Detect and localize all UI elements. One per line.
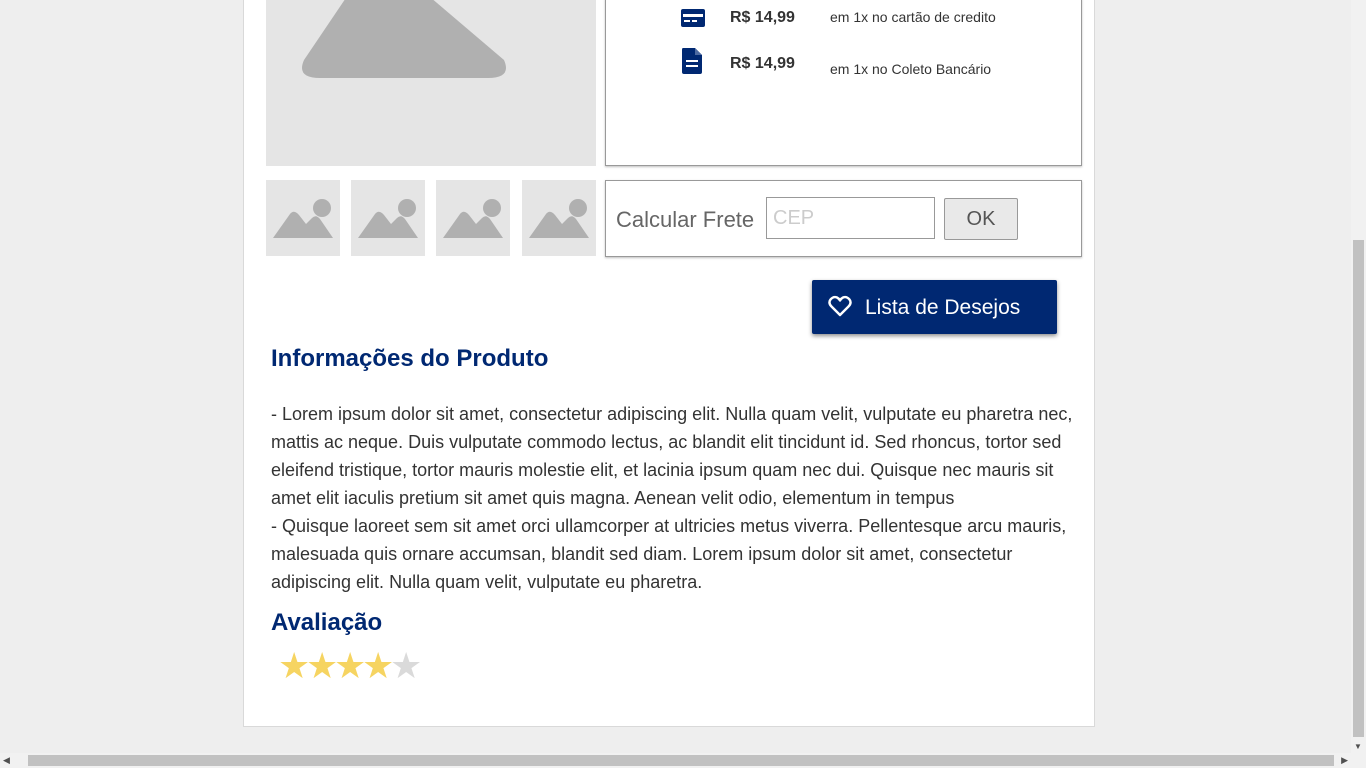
star-icon[interactable]: ★ (362, 648, 394, 684)
image-placeholder-icon (302, 0, 506, 78)
image-placeholder-icon (273, 199, 333, 238)
product-description: - Lorem ipsum dolor sit amet, consectetu… (271, 400, 1086, 596)
image-placeholder-icon (443, 199, 503, 238)
price-box: R$ 14,99 em 1x no cartão de credito R$ 1… (605, 0, 1082, 166)
main-product-image[interactable] (266, 0, 596, 166)
description-paragraph: - Lorem ipsum dolor sit amet, consectetu… (271, 404, 1073, 508)
payment-description: em 1x no Coleto Bancário (830, 61, 992, 77)
star-icon[interactable]: ★ (334, 648, 366, 684)
horizontal-scrollbar[interactable]: ◀ ▶ (0, 753, 1366, 768)
product-info-title: Informações do Produto (271, 345, 549, 372)
scroll-right-arrow-icon[interactable]: ▶ (1341, 755, 1348, 766)
payment-description: em 1x no cartão de credito (830, 9, 996, 25)
thumbnail-4[interactable] (522, 180, 596, 256)
shipping-label: Calcular Frete (616, 207, 755, 232)
wishlist-label: Lista de Desejos (865, 296, 1021, 319)
thumbnail-1[interactable] (266, 180, 340, 256)
payment-option-card: R$ 14,99 em 1x no cartão de credito (606, 7, 1081, 47)
horizontal-scroll-thumb[interactable] (28, 755, 1334, 766)
shipping-calculator: Calcular Frete OK (605, 180, 1082, 257)
thumbnail-3[interactable] (436, 180, 510, 256)
image-placeholder-icon (358, 199, 418, 238)
scroll-left-arrow-icon[interactable]: ◀ (3, 755, 10, 766)
cep-input[interactable] (766, 197, 935, 239)
payment-amount: R$ 14,99 (730, 9, 795, 26)
star-icon[interactable]: ★ (390, 648, 422, 684)
star-rating[interactable]: ★★★★★ (278, 648, 422, 684)
image-placeholder-icon (529, 199, 589, 238)
document-icon (680, 47, 704, 80)
scroll-down-arrow-icon[interactable]: ▼ (1354, 742, 1362, 751)
vertical-scroll-thumb[interactable] (1353, 240, 1364, 737)
rating-title: Avaliação (271, 609, 383, 636)
credit-card-icon (680, 7, 706, 34)
payment-option-boleto: R$ 14,99 em 1x no Coleto Bancário (606, 47, 1081, 87)
vertical-scrollbar[interactable]: ▼ (1351, 0, 1366, 753)
thumbnail-2[interactable] (351, 180, 425, 256)
calculate-shipping-button[interactable]: OK (944, 198, 1018, 240)
description-paragraph: - Quisque laoreet sem sit amet orci ulla… (271, 516, 1067, 592)
star-icon[interactable]: ★ (278, 648, 310, 684)
heart-icon (828, 295, 852, 323)
star-icon[interactable]: ★ (306, 648, 338, 684)
payment-amount: R$ 14,99 (730, 55, 795, 72)
wishlist-button[interactable]: Lista de Desejos (812, 280, 1057, 334)
